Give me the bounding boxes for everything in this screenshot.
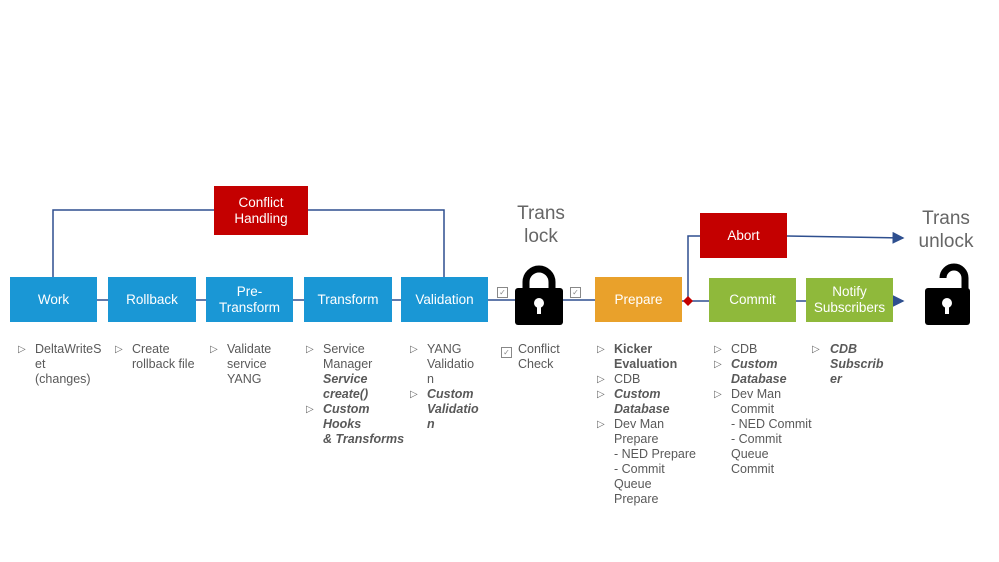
abort-unlock-arrow xyxy=(786,231,905,244)
triangle-right-icon: ▷ xyxy=(812,344,820,355)
checkbox-icon: ✓ xyxy=(497,287,508,298)
note: Validate service YANG xyxy=(227,342,272,386)
triangle-right-icon: ▷ xyxy=(597,374,605,385)
note: CDB xyxy=(614,372,641,386)
conflict-handling-box: Conflict Handling xyxy=(214,186,308,235)
triangle-right-icon: ▷ xyxy=(597,419,605,430)
diagram: Conflict Handling Work Rollback Pre- Tra… xyxy=(0,0,999,562)
note: Custom Hooks & Transforms xyxy=(323,402,405,446)
work-notes: ▷ DeltaWriteS et (changes) xyxy=(18,342,108,387)
trans-lock-label: Trans lock xyxy=(517,203,565,247)
transform-notes: ▷ Service Manager Service create() ▷ Custom… xyxy=(306,342,410,447)
note: Custom Validatio n xyxy=(427,387,479,431)
checkbox-icon: ✓ xyxy=(501,347,512,358)
rollback-notes: ▷ Create rollback file xyxy=(115,342,210,372)
note: Dev Man Prepare - NED Prepare - Commit Q… xyxy=(614,417,696,506)
note: CDB xyxy=(731,342,758,356)
prepare-stage: Prepare xyxy=(595,277,682,322)
note: YANG Validatio n xyxy=(427,342,475,386)
checkbox-icon: ✓ xyxy=(570,287,581,298)
work-stage: Work xyxy=(10,277,97,322)
abort-box: Abort xyxy=(700,213,787,258)
note: Conflict Check xyxy=(518,342,560,371)
notify-notes: ▷ CDB Subscrib er xyxy=(812,342,892,387)
note: Kicker Evaluation xyxy=(614,342,678,371)
triangle-right-icon: ▷ xyxy=(597,389,605,400)
note: DeltaWriteS et (changes) xyxy=(35,342,102,386)
transform-stage: Transform xyxy=(304,277,392,322)
note: Dev Man Commit - NED Commit - Commit Que… xyxy=(731,387,812,476)
notify-stage: Notify Subscribers xyxy=(806,278,893,322)
lock-icon xyxy=(515,265,563,325)
validation-stage: Validation xyxy=(401,277,488,322)
triangle-right-icon: ▷ xyxy=(306,404,314,415)
triangle-right-icon: ▷ xyxy=(210,344,218,355)
note: Custom Database xyxy=(614,387,670,416)
commit-notes: ▷ CDB ▷ Custom Database ▷ Dev Man Commit - … xyxy=(714,342,819,477)
triangle-right-icon: ▷ xyxy=(18,344,26,355)
trans-unlock-label: Trans unlock xyxy=(918,208,974,252)
validation-notes: ▷ YANG Validatio n ▷ Custom Validatio n xyxy=(410,342,495,432)
triangle-right-icon: ▷ xyxy=(597,344,605,355)
triangle-right-icon: ▷ xyxy=(410,344,418,355)
commit-stage: Commit xyxy=(709,278,796,322)
note: Service create() xyxy=(323,372,369,401)
note: Custom Database xyxy=(731,357,787,386)
triangle-right-icon: ▷ xyxy=(306,344,314,355)
triangle-right-icon: ▷ xyxy=(115,344,123,355)
prepare-notes: ▷ Kicker Evaluation ▷ CDB ▷ Custom Database… xyxy=(597,342,702,507)
pretransform-notes: ▷ Validate service YANG xyxy=(210,342,300,387)
note: Service Manager xyxy=(323,342,373,371)
triangle-right-icon: ▷ xyxy=(714,359,722,370)
unlock-icon xyxy=(925,263,970,325)
pretransform-stage: Pre- Transform xyxy=(206,277,293,322)
decision-diamond xyxy=(683,296,693,306)
abort-branch-line xyxy=(687,235,700,301)
rollback-stage: Rollback xyxy=(108,277,196,322)
conflict-check-notes: ✓ Conflict Check xyxy=(500,342,580,372)
triangle-right-icon: ▷ xyxy=(714,389,722,400)
triangle-right-icon: ▷ xyxy=(714,344,722,355)
note: Create rollback file xyxy=(132,342,195,371)
note: CDB Subscrib er xyxy=(830,342,884,386)
triangle-right-icon: ▷ xyxy=(410,389,418,400)
